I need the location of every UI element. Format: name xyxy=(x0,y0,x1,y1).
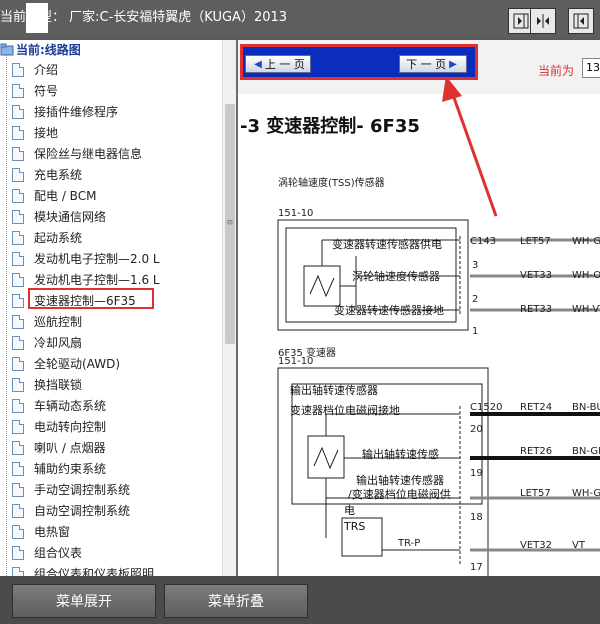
document-icon xyxy=(12,377,24,392)
tree-item-label: 符号 xyxy=(34,84,59,98)
tree-item[interactable]: 接插件维修程序 xyxy=(12,101,118,122)
document-icon xyxy=(12,545,24,560)
document-icon xyxy=(12,398,24,413)
tree-item[interactable]: 辅助约束系统 xyxy=(12,458,106,479)
expand-menu-button[interactable]: 菜单展开 xyxy=(12,584,156,618)
dock-left-icon xyxy=(573,13,589,29)
tree-item-label: 模块通信网络 xyxy=(34,210,107,224)
selected-item-highlight xyxy=(28,288,154,309)
document-icon xyxy=(12,461,24,476)
tree-item[interactable]: 保险丝与继电器信息 xyxy=(12,143,142,164)
document-icon xyxy=(12,314,24,329)
tree-item-label: 换挡联锁 xyxy=(34,378,83,392)
document-icon xyxy=(12,293,24,308)
tree-item-label: 喇叭 / 点烟器 xyxy=(34,441,106,455)
tree-item-label: 充电系统 xyxy=(34,168,83,182)
tree-item[interactable]: 配电 / BCM xyxy=(12,185,96,206)
split-view-icon xyxy=(537,14,549,28)
bottom-bar: 菜单展开 菜单折叠 xyxy=(0,576,600,624)
document-icon xyxy=(12,251,24,266)
tree-item[interactable]: 全轮驱动(AWD) xyxy=(12,353,120,374)
scroll-grip-icon: ≡ xyxy=(226,218,234,228)
tree-item[interactable]: 组合仪表和仪表板照明 xyxy=(12,563,154,576)
document-icon xyxy=(12,440,24,455)
tree-item[interactable]: 巡航控制 xyxy=(12,311,82,332)
tree-panel: 当前:线路图 介绍符号接插件维修程序 接地保险丝与继电器信息 充电系统配电 / BC… xyxy=(0,40,236,576)
tree-item-label: 发动机电子控制—2.0 L xyxy=(34,252,160,266)
tree-item[interactable]: 自动空调控制系统 xyxy=(12,500,130,521)
tree-item-label: 自动空调控制系统 xyxy=(34,504,131,518)
tree-item[interactable]: 充电系统 xyxy=(12,164,82,185)
document-icon xyxy=(12,167,24,182)
tree-item[interactable]: 电动转向控制 xyxy=(12,416,106,437)
tree-item-label: 接插件维修程序 xyxy=(34,105,119,119)
tree-item[interactable]: 发动机电子控制—2.0 L xyxy=(12,248,160,269)
tree-item[interactable]: 冷却风扇 xyxy=(12,332,82,353)
document-panel: ◀ 上 一 页 下 一 页 ▶ 当前为 13 -3 变速器控制- 6F35 涡轮… xyxy=(236,40,600,576)
tree-item-label: 车辆动态系统 xyxy=(34,399,107,413)
annotation-arrow xyxy=(442,76,498,217)
tree-item-label: 介绍 xyxy=(34,63,59,77)
title-cursor-block xyxy=(26,3,48,33)
document-icon xyxy=(12,524,24,539)
tree-item-label: 发动机电子控制—1.6 L xyxy=(34,273,160,287)
document-icon xyxy=(12,566,24,576)
tree-item[interactable]: 喇叭 / 点烟器 xyxy=(12,437,106,458)
document-icon xyxy=(12,356,24,371)
tree-root-label: 当前:线路图 xyxy=(16,42,81,57)
tree-item-label: 冷却风扇 xyxy=(34,336,83,350)
tree-item-label: 起动系统 xyxy=(34,231,83,245)
document-icon xyxy=(12,188,24,203)
tree-item[interactable]: 介绍 xyxy=(12,59,58,80)
tree-item-label: 巡航控制 xyxy=(34,315,83,329)
document-icon xyxy=(12,335,24,350)
document-icon xyxy=(12,83,24,98)
document-icon xyxy=(12,482,24,497)
tree-item[interactable]: 模块通信网络 xyxy=(12,206,106,227)
tree-item-label: 组合仪表 xyxy=(34,546,83,560)
dock-left-button[interactable] xyxy=(568,8,594,34)
tree-item-label: 全轮驱动(AWD) xyxy=(34,357,121,371)
document-icon xyxy=(12,125,24,140)
tree-guide-line xyxy=(6,50,7,576)
document-icon xyxy=(12,230,24,245)
tree-item[interactable]: 车辆动态系统 xyxy=(12,395,106,416)
dock-right-icon xyxy=(513,13,529,29)
tree-item[interactable]: 起动系统 xyxy=(12,227,82,248)
tree-item[interactable]: 组合仪表 xyxy=(12,542,82,563)
tree-item[interactable]: 接地 xyxy=(12,122,58,143)
document-icon xyxy=(12,146,24,161)
tree-item[interactable]: 发动机电子控制—1.6 L xyxy=(12,269,160,290)
folder-icon xyxy=(0,43,14,56)
tree-item-label: 组合仪表和仪表板照明 xyxy=(34,567,155,576)
tree-item[interactable]: 电热窗 xyxy=(12,521,70,542)
tree-item-label: 电热窗 xyxy=(34,525,71,539)
tree-scrollbar[interactable]: ≡ xyxy=(222,40,236,576)
tree-item-label: 手动空调控制系统 xyxy=(34,483,131,497)
document-icon xyxy=(12,62,24,77)
tree-item[interactable]: 换挡联锁 xyxy=(12,374,82,395)
document-icon xyxy=(12,503,24,518)
document-icon xyxy=(12,419,24,434)
tree-item-label: 保险丝与继电器信息 xyxy=(34,147,143,161)
collapse-menu-button[interactable]: 菜单折叠 xyxy=(164,584,308,618)
document-icon xyxy=(12,209,24,224)
split-view-button[interactable] xyxy=(530,8,556,34)
tree-item-label: 配电 / BCM xyxy=(34,189,97,203)
tree-item-label: 接地 xyxy=(34,126,59,140)
tree-item-label: 辅助约束系统 xyxy=(34,462,107,476)
tree-item-label: 电动转向控制 xyxy=(34,420,107,434)
top-bar: 当前车型： 厂家:C-长安福特翼虎（KUGA）2013 xyxy=(0,0,600,38)
tree-item[interactable]: 手动空调控制系统 xyxy=(12,479,130,500)
document-icon xyxy=(12,104,24,119)
tree-item[interactable]: 符号 xyxy=(12,80,58,101)
document-icon xyxy=(12,272,24,287)
tree-root[interactable]: 当前:线路图 xyxy=(0,40,81,58)
